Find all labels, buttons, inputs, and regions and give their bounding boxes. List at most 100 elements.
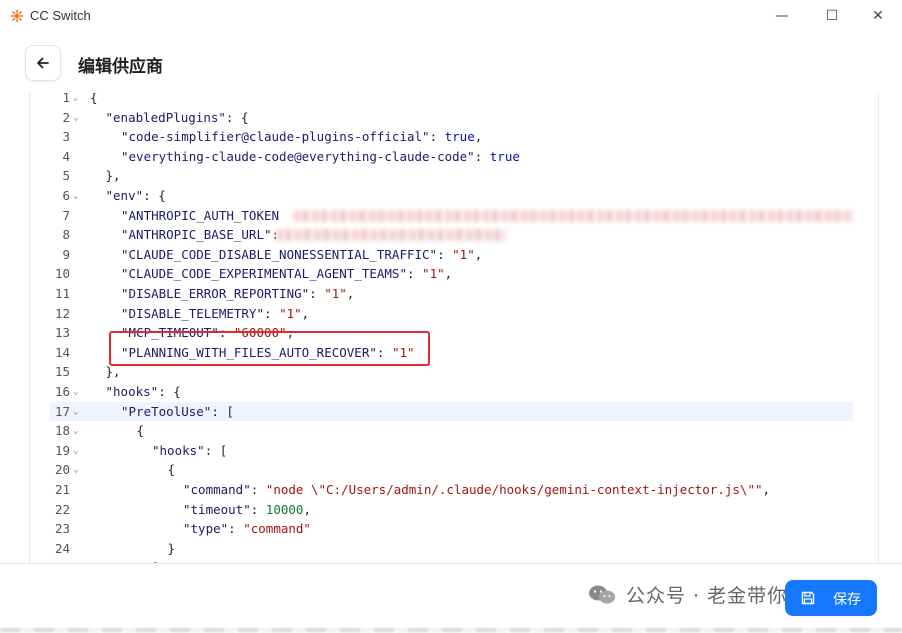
code-token: } xyxy=(167,540,176,556)
line-number: 21 xyxy=(54,482,70,497)
code-line[interactable]: 18 ⌄ { xyxy=(30,421,878,441)
line-number: 24 xyxy=(54,540,70,556)
page-header: 编辑供应商 xyxy=(0,32,902,94)
code-token: , xyxy=(346,286,355,301)
fold-chevron-icon[interactable]: ⌄ xyxy=(73,403,78,423)
line-number: 4 xyxy=(62,148,70,164)
code-token: : { xyxy=(143,188,166,203)
code-line[interactable]: 24} xyxy=(30,539,878,559)
line-number: 12 xyxy=(54,305,70,321)
json-code-editor[interactable]: 1 ⌄{2 ⌄ "enabledPlugins": {3 "code-simplifie… xyxy=(29,93,879,563)
code-line[interactable]: 4 "everything-claude-code@everything-clau… xyxy=(30,147,878,167)
code-token: : xyxy=(437,246,453,262)
code-token: "node \"C:/Users/admin/.claude/hooks/gem… xyxy=(265,482,763,497)
line-number: 15 xyxy=(54,364,70,380)
fold-chevron-icon[interactable]: ⌄ xyxy=(73,187,78,207)
code-token: { xyxy=(167,462,176,478)
code-line[interactable]: 12 "DISABLE_TELEMETRY": "1", xyxy=(30,304,878,324)
code-token: : xyxy=(406,266,423,282)
code-line[interactable]: 11 "DISABLE_ERROR_REPORTING": "1", xyxy=(30,284,878,304)
code-line[interactable]: 9 "CLAUDE_CODE_DISABLE_NONESSENTIAL_TRAFF… xyxy=(30,245,878,265)
fold-chevron-icon[interactable]: ⌄ xyxy=(73,461,78,481)
line-number: 22 xyxy=(54,501,70,517)
fold-chevron-icon[interactable]: ⌄ xyxy=(73,442,78,462)
code-token: : xyxy=(309,286,325,301)
code-line[interactable]: 16 ⌄ "hooks": { xyxy=(30,382,878,402)
code-token: "command" xyxy=(243,521,311,537)
code-token: : { xyxy=(225,109,249,125)
code-token: "CLAUDE_CODE_EXPERIMENTAL_AGENT_TEAMS" xyxy=(121,266,407,282)
code-line[interactable]: 21 "command": "node \"C:/Users/admin/.cla… xyxy=(30,480,878,500)
code-line[interactable]: 3 "code-simplifier@claude-plugins-officia… xyxy=(30,127,878,147)
code-line[interactable]: 2 ⌄ "enabledPlugins": { xyxy=(30,108,878,128)
code-line[interactable]: 10 "CLAUDE_CODE_EXPERIMENTAL_AGENT_TEAMS"… xyxy=(30,264,878,284)
code-token: "timeout" xyxy=(183,501,251,517)
code-token: "1" xyxy=(324,286,347,301)
code-line[interactable]: 6 ⌄ "env": { xyxy=(30,186,878,206)
code-token: : xyxy=(250,482,266,497)
line-number: 19 xyxy=(54,442,70,458)
code-token: "PreToolUse" xyxy=(121,403,212,419)
code-token: { xyxy=(136,423,145,439)
code-token: : [ xyxy=(204,442,228,458)
code-text: "PreToolUse": [ xyxy=(121,402,234,422)
close-button[interactable]: ✕ xyxy=(858,2,898,30)
code-line[interactable]: 22 "timeout": 10000, xyxy=(30,500,878,520)
line-number: 8 xyxy=(62,227,70,243)
title-bar: CC Switch — ☐ ✕ xyxy=(0,0,902,33)
save-button-label: 保存 xyxy=(833,592,861,608)
minimize-button[interactable]: — xyxy=(762,2,802,30)
code-text: "everything-claude-code@everything-claud… xyxy=(121,147,520,167)
code-token: true xyxy=(444,129,475,145)
code-text: { xyxy=(137,421,145,441)
code-token: , xyxy=(762,482,771,497)
code-token: "DISABLE_ERROR_REPORTING" xyxy=(121,286,310,301)
code-token: , xyxy=(444,266,453,282)
code-token: true xyxy=(489,148,520,164)
fold-chevron-icon[interactable]: ⌄ xyxy=(73,422,78,442)
line-number: 5 xyxy=(62,168,70,184)
save-icon xyxy=(801,591,815,605)
code-token: , xyxy=(474,129,483,145)
code-text: "code-simplifier@claude-plugins-official… xyxy=(121,127,482,147)
window-title: CC Switch xyxy=(30,8,91,23)
code-line[interactable]: 17 ⌄ "PreToolUse": [ xyxy=(30,401,878,423)
maximize-button[interactable]: ☐ xyxy=(812,2,852,30)
line-number: 7 xyxy=(62,207,70,223)
code-line[interactable]: 5}, xyxy=(30,166,878,186)
code-line[interactable]: 19 ⌄ "hooks": [ xyxy=(30,441,878,461)
code-text: "timeout": 10000, xyxy=(183,500,311,520)
code-line[interactable]: 7 "ANTHROPIC_AUTH_TOKEN xyxy=(30,206,878,226)
code-token: 10000 xyxy=(265,501,304,517)
code-token: "hooks" xyxy=(105,384,159,399)
code-text: "type": "command" xyxy=(183,519,311,539)
save-button[interactable]: 保存 xyxy=(785,580,877,616)
code-token: "hooks" xyxy=(152,442,205,458)
code-line[interactable]: 8 "ANTHROPIC_BASE_URL": xyxy=(30,225,878,245)
code-token: : xyxy=(474,148,490,164)
code-token: "ANTHROPIC_BASE_URL" xyxy=(121,227,272,243)
redacted-value xyxy=(293,209,853,222)
code-line[interactable]: 20 ⌄ { xyxy=(30,460,878,480)
line-number: 20 xyxy=(54,462,70,478)
redacted-value xyxy=(276,229,506,242)
code-line[interactable]: 23 "type": "command" xyxy=(30,519,878,539)
code-token: "env" xyxy=(105,188,144,203)
fold-chevron-icon[interactable]: ⌄ xyxy=(73,109,78,129)
code-token: { xyxy=(90,93,98,105)
back-button[interactable] xyxy=(25,45,61,81)
code-token: }, xyxy=(105,364,121,380)
highlight-annotation-box xyxy=(109,331,430,366)
code-text: } xyxy=(168,539,176,559)
code-token: }, xyxy=(105,168,121,184)
fold-chevron-icon[interactable]: ⌄ xyxy=(73,93,78,109)
code-text: { xyxy=(90,93,98,108)
code-token: , xyxy=(474,246,483,262)
code-line[interactable]: 1 ⌄ { xyxy=(30,93,878,108)
line-number: 14 xyxy=(54,344,70,360)
code-token: "enabledPlugins" xyxy=(105,109,226,125)
fold-chevron-icon[interactable]: ⌄ xyxy=(73,383,78,403)
arrow-left-icon xyxy=(37,57,49,69)
code-text: "DISABLE_TELEMETRY": "1", xyxy=(121,304,309,324)
line-number: 9 xyxy=(62,246,70,262)
